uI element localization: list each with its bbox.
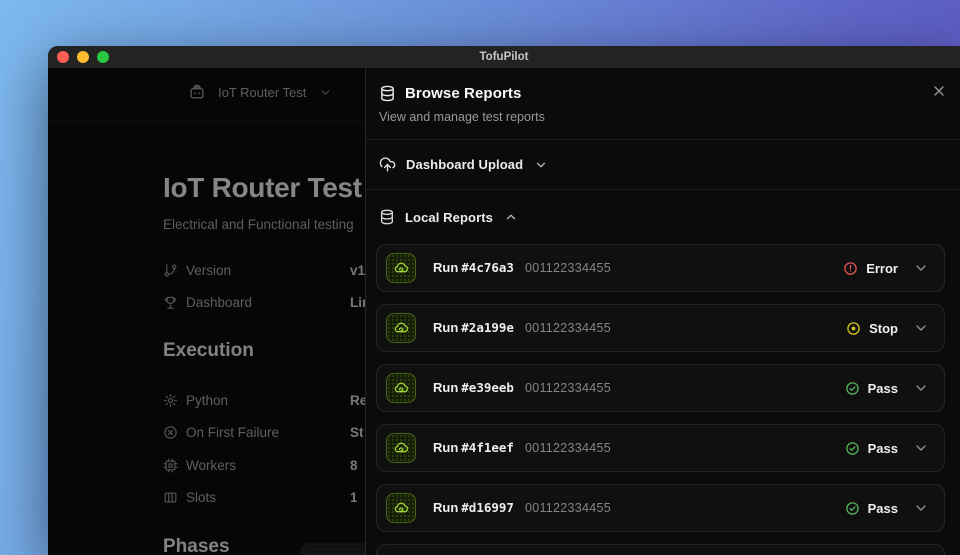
drawer-header: Browse Reports View and manage test repo… (366, 68, 960, 140)
close-window-button[interactable] (57, 51, 69, 63)
run-status: Stop (846, 320, 929, 336)
status-label: Error (866, 261, 898, 276)
chevron-down-icon[interactable] (913, 320, 929, 336)
run-serial: 001122334455 (525, 321, 611, 335)
pass-icon (845, 501, 860, 516)
chevron-up-icon (504, 210, 518, 224)
run-row[interactable]: Run#e39eeb 001122334455 Pass (376, 364, 945, 412)
run-status: Error (843, 260, 929, 276)
run-status: Pass (845, 440, 929, 456)
drawer-subtitle: View and manage test reports (379, 110, 944, 124)
status-label: Pass (868, 381, 898, 396)
run-status: Pass (845, 380, 929, 396)
run-serial: 001122334455 (525, 501, 611, 515)
run-row[interactable]: Run#4f1eef 001122334455 Pass (376, 424, 945, 472)
app-window: TofuPilot IoT Rout (48, 46, 960, 555)
status-label: Stop (869, 321, 898, 336)
run-row[interactable]: Run#4c76a3 001122334455 Error (376, 244, 945, 292)
section-label: Local Reports (405, 210, 493, 225)
chevron-down-icon[interactable] (913, 260, 929, 276)
run-title: Run#4c76a3 (433, 259, 514, 277)
run-title: Run#4f1eef (433, 439, 514, 457)
status-label: Pass (868, 501, 898, 516)
run-serial: 001122334455 (525, 261, 611, 275)
window-titlebar[interactable]: TofuPilot (48, 46, 960, 68)
traffic-lights (57, 51, 109, 63)
run-row[interactable]: Run#d16997 001122334455 Pass (376, 484, 945, 532)
minimize-window-button[interactable] (77, 51, 89, 63)
window-title: TofuPilot (480, 51, 529, 63)
pass-icon (845, 381, 860, 396)
run-status: Pass (845, 500, 929, 516)
chevron-down-icon[interactable] (913, 380, 929, 396)
cloud-upload-icon (379, 156, 396, 173)
run-row[interactable]: Run#2a199e 001122334455 Stop (376, 304, 945, 352)
chevron-down-icon (534, 158, 548, 172)
run-title: Run#2a199e (433, 319, 514, 337)
cloud-sync-icon (386, 493, 416, 523)
close-icon[interactable] (931, 83, 947, 99)
cloud-sync-icon (386, 433, 416, 463)
desktop-background: TofuPilot IoT Rout (0, 0, 960, 555)
run-serial: 001122334455 (525, 381, 611, 395)
zoom-window-button[interactable] (97, 51, 109, 63)
status-label: Pass (868, 441, 898, 456)
cloud-sync-icon (386, 373, 416, 403)
chevron-down-icon[interactable] (913, 500, 929, 516)
browse-reports-drawer: Browse Reports View and manage test repo… (365, 68, 960, 555)
run-serial: 001122334455 (525, 441, 611, 455)
section-local-reports[interactable]: Local Reports (366, 190, 960, 244)
error-icon (843, 261, 858, 276)
drawer-title: Browse Reports (405, 85, 521, 102)
chevron-down-icon[interactable] (913, 440, 929, 456)
section-dashboard-upload[interactable]: Dashboard Upload (366, 140, 960, 190)
stop-icon (846, 321, 861, 336)
app-body: IoT Router Test IoT Router Test Electric… (48, 68, 960, 555)
database-icon (379, 85, 396, 102)
section-label: Dashboard Upload (406, 157, 523, 172)
pass-icon (845, 441, 860, 456)
run-title: Run#d16997 (433, 499, 514, 517)
run-list: Run#4c76a3 001122334455 Error Run#2a199 (366, 244, 960, 555)
cloud-sync-icon (386, 313, 416, 343)
run-title: Run#e39eeb (433, 379, 514, 397)
cloud-sync-icon (386, 253, 416, 283)
run-row-partial[interactable] (376, 544, 945, 555)
database-icon (379, 209, 395, 225)
